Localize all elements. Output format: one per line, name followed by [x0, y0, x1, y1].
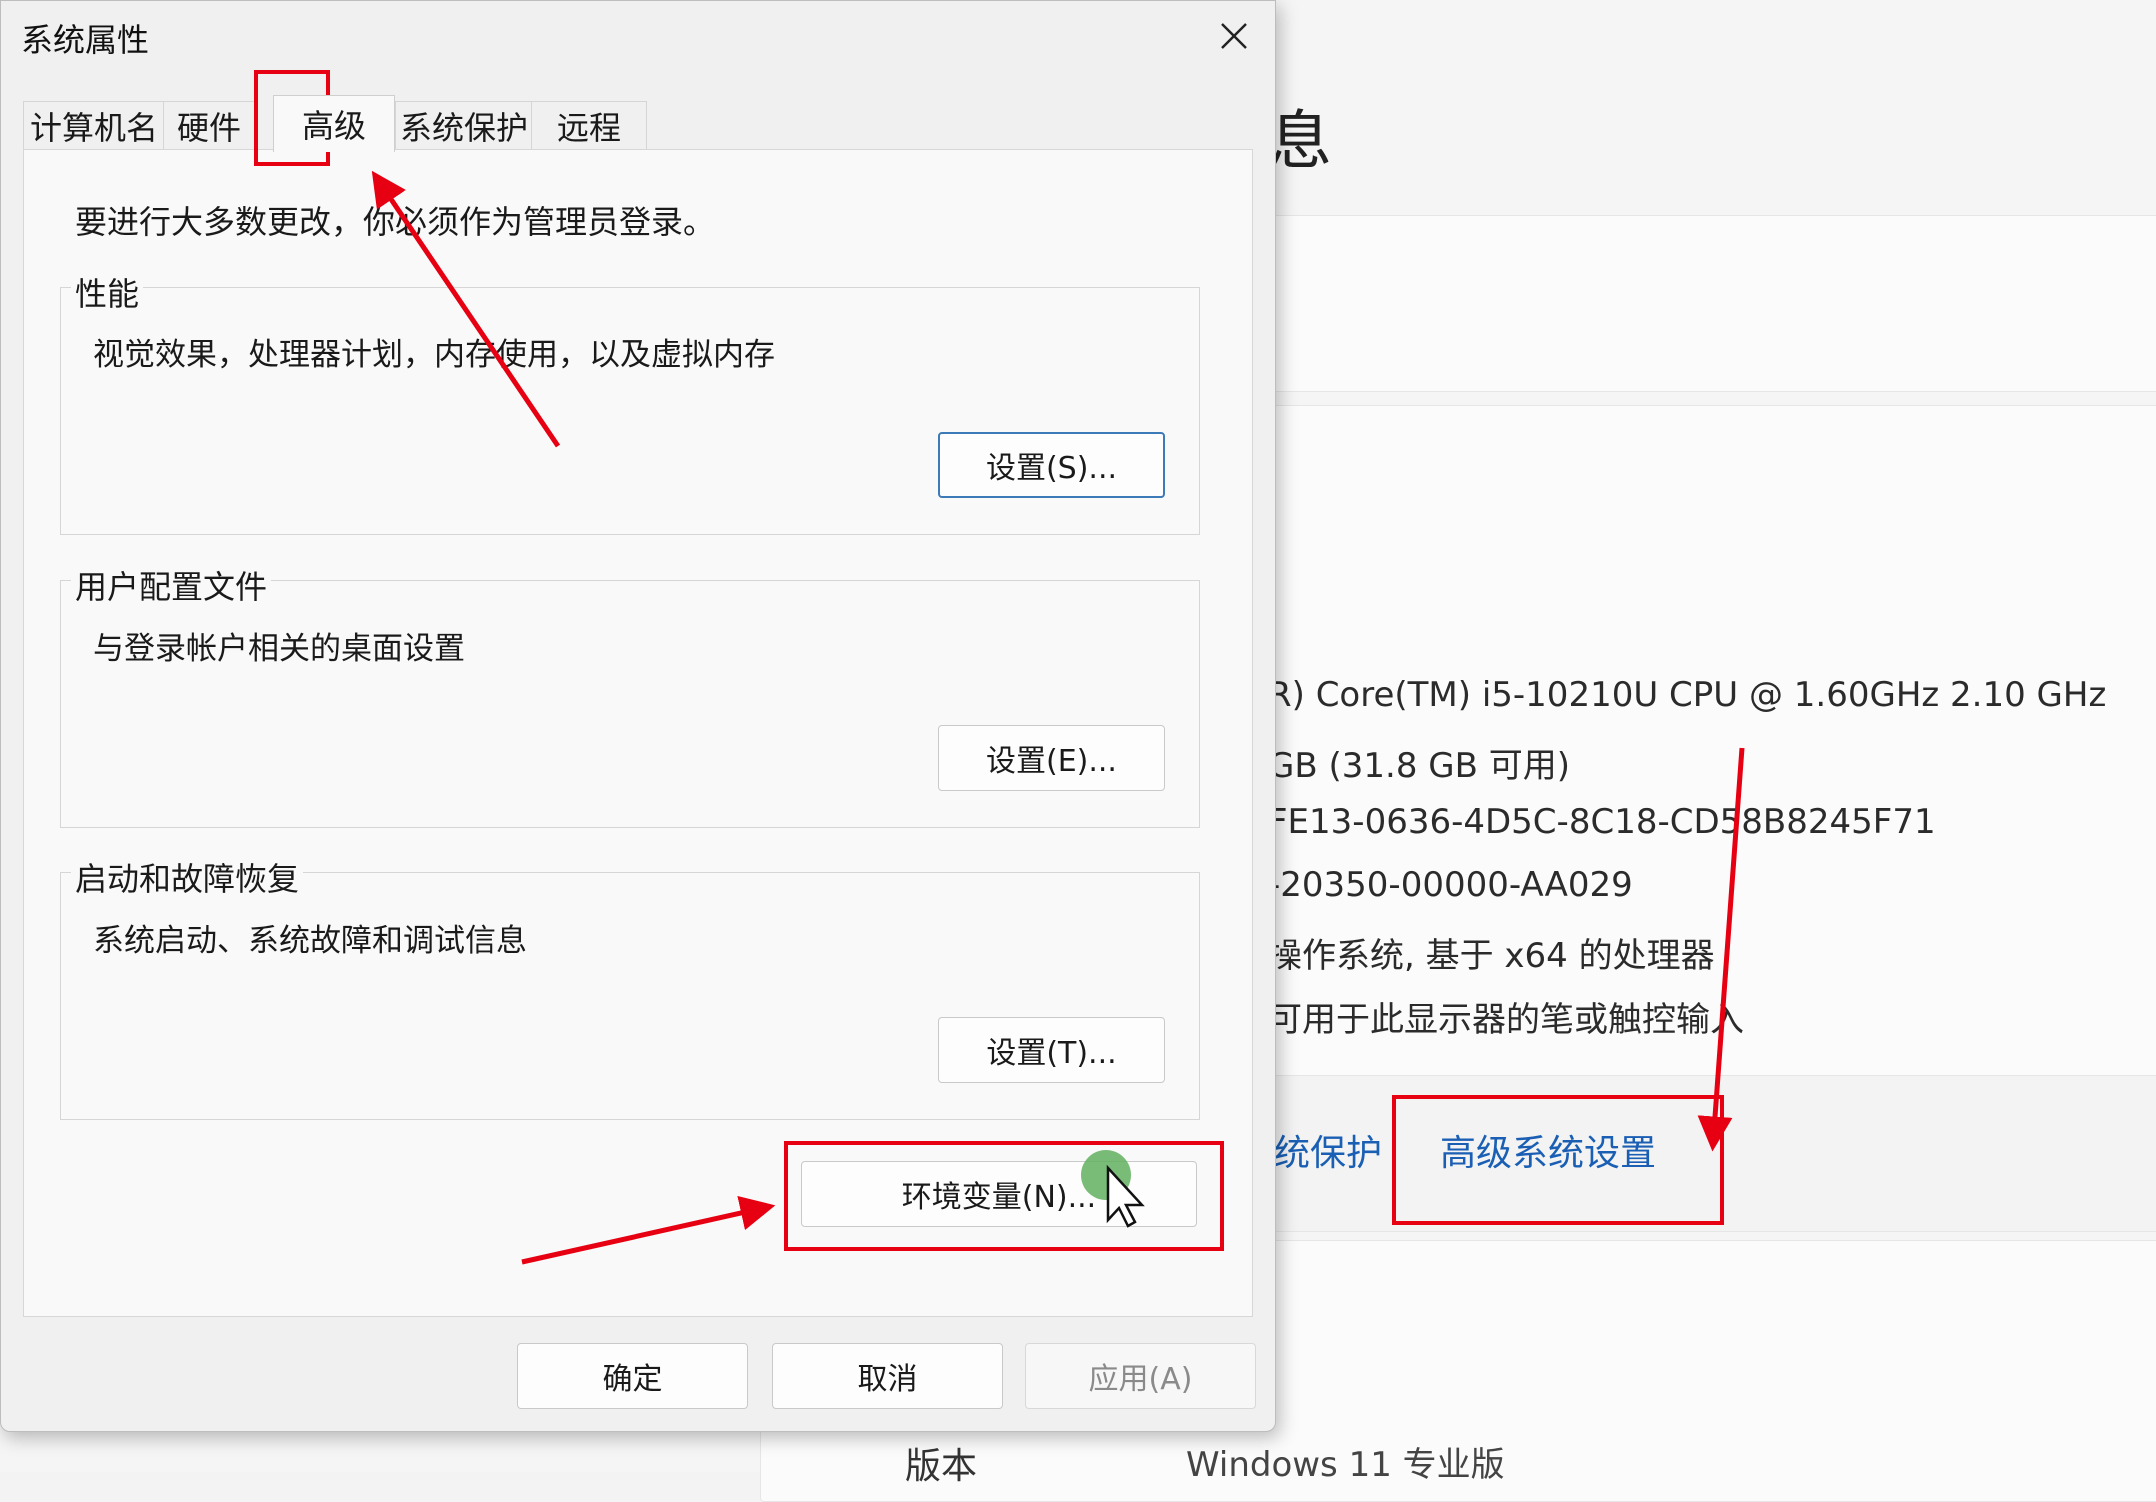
annotation-arrows [371, 170, 1745, 1265]
arrow-to-advanced-tab [371, 170, 561, 448]
arrow-to-env-button [521, 1195, 776, 1265]
arrow-to-advanced-link [1697, 747, 1745, 1152]
tab-advanced[interactable]: 高级 [273, 95, 395, 152]
mouse-pointer-icon [1106, 1164, 1145, 1228]
